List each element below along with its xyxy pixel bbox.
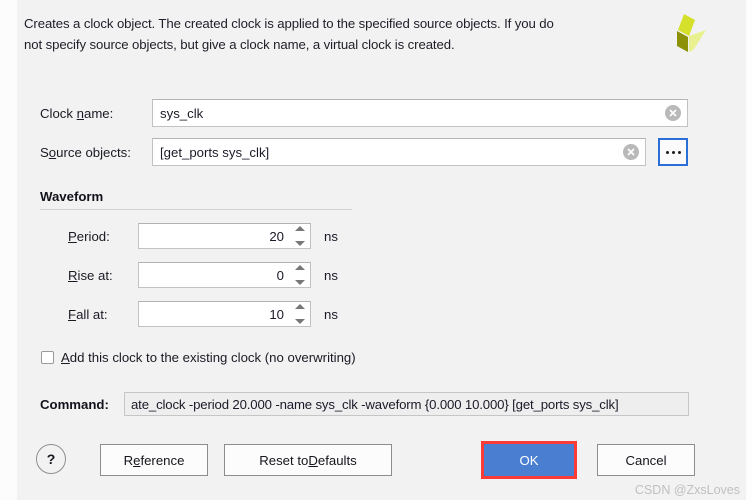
clock-name-input[interactable]: sys_clk [152, 99, 688, 127]
reference-label-post: ference [140, 452, 185, 468]
cancel-button[interactable]: Cancel [597, 444, 695, 476]
reset-to-defaults-button[interactable]: Reset to Defaults [224, 444, 392, 476]
source-objects-label-post: urce objects: [56, 145, 131, 160]
clock-name-label-pre: Clock [40, 106, 77, 121]
fall-at-label-accel: F [68, 307, 77, 322]
reference-label-accel: e [133, 452, 141, 468]
fall-at-spinner[interactable]: 10 [138, 301, 311, 327]
rise-at-unit: ns [324, 268, 338, 283]
period-label-accel: P [68, 229, 77, 244]
period-spinner-arrows[interactable] [294, 226, 305, 246]
ok-button[interactable]: OK [484, 444, 574, 476]
fall-at-label-post: all at: [76, 307, 108, 322]
fall-at-unit: ns [324, 307, 338, 322]
clock-name-value: sys_clk [160, 105, 204, 121]
reset-label-accel: D [308, 452, 318, 468]
clear-circle-icon[interactable] [665, 105, 681, 121]
source-objects-value: [get_ports sys_clk] [160, 144, 270, 160]
help-button[interactable]: ? [36, 444, 66, 474]
period-label: Period: [68, 229, 110, 244]
clock-name-label: Clock name: [40, 106, 113, 121]
dialog-description: Creates a clock object. The created cloc… [24, 13, 654, 55]
source-objects-browse-button[interactable] [658, 138, 688, 166]
clock-name-label-post: ame: [83, 106, 114, 121]
source-objects-input[interactable]: [get_ports sys_clk] [152, 138, 646, 166]
chevron-down-icon[interactable] [294, 319, 305, 324]
xilinx-logo-icon [662, 12, 708, 56]
command-readonly-field: ate_clock -period 20.000 -name sys_clk -… [124, 392, 689, 416]
waveform-group-title: Waveform [40, 189, 104, 204]
source-objects-label: Source objects: [40, 145, 131, 160]
checkbox-label-accel: A [61, 350, 70, 365]
reset-label-pre: Reset to [259, 452, 309, 468]
description-line-2: not specify source objects, but give a c… [24, 37, 455, 52]
rise-at-label-accel: R [68, 268, 78, 283]
rise-at-spinner[interactable]: 0 [138, 262, 311, 288]
chevron-up-icon[interactable] [294, 226, 305, 231]
ellipsis-dot-2 [671, 150, 675, 154]
description-line-1: Creates a clock object. The created cloc… [24, 16, 554, 31]
clear-circle-icon[interactable] [623, 144, 639, 160]
chevron-down-icon[interactable] [294, 241, 305, 246]
rise-at-label-post: ise at: [77, 268, 113, 283]
dialog-right-edge [746, 0, 752, 500]
add-to-existing-clock-checkbox-row[interactable]: Add this clock to the existing clock (no… [41, 350, 356, 365]
ellipsis-dot-3 [677, 150, 681, 154]
dialog-left-edge [0, 0, 17, 500]
chevron-up-icon[interactable] [294, 304, 305, 309]
reference-label-pre: R [123, 452, 134, 468]
command-label: Command: [40, 397, 109, 412]
source-objects-label-pre: S [40, 145, 49, 160]
watermark: CSDN @ZxsLoves [634, 483, 740, 497]
ellipsis-dot-1 [665, 150, 669, 154]
add-to-existing-clock-checkbox[interactable] [41, 351, 54, 364]
add-to-existing-clock-label: Add this clock to the existing clock (no… [61, 350, 356, 365]
period-unit: ns [324, 229, 338, 244]
command-value: ate_clock -period 20.000 -name sys_clk -… [131, 396, 619, 412]
rise-at-spinner-arrows[interactable] [294, 265, 305, 285]
fall-at-spinner-arrows[interactable] [294, 304, 305, 324]
period-spinner[interactable]: 20 [138, 223, 311, 249]
create-clock-dialog: Creates a clock object. The created cloc… [0, 0, 752, 500]
chevron-down-icon[interactable] [294, 280, 305, 285]
reset-label-post: efaults [317, 452, 357, 468]
waveform-group-separator [40, 209, 352, 210]
reference-button[interactable]: Re ference [100, 444, 208, 476]
period-label-post: eriod: [76, 229, 110, 244]
chevron-up-icon[interactable] [294, 265, 305, 270]
fall-at-label: Fall at: [68, 307, 108, 322]
checkbox-label-post: dd this clock to the existing clock (no … [69, 350, 356, 365]
clock-name-label-accel: n [76, 106, 84, 121]
rise-at-label: Rise at: [68, 268, 113, 283]
